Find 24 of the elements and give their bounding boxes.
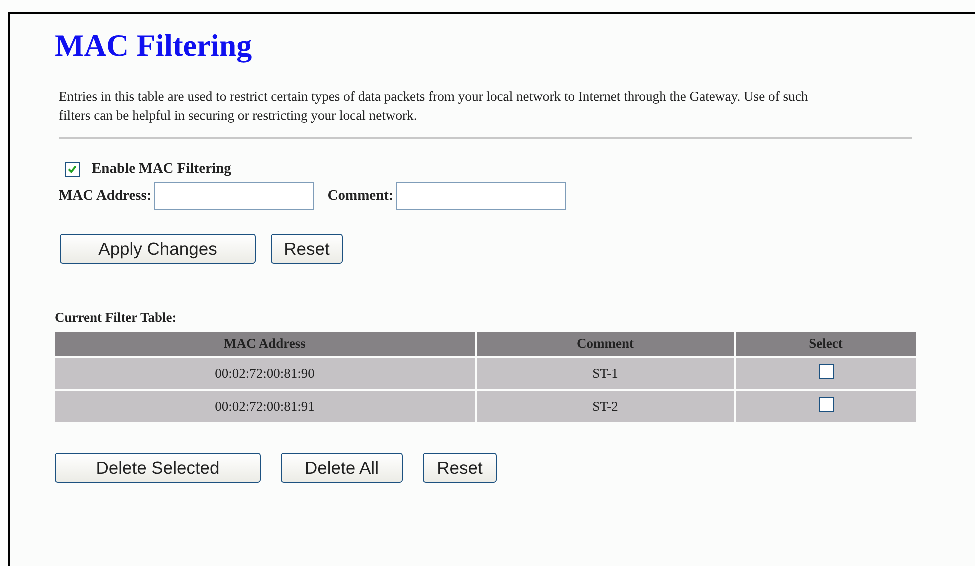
column-header: Select (736, 332, 916, 356)
select-checkbox[interactable] (818, 364, 834, 379)
table-caption: Current Filter Table: (55, 310, 177, 326)
table-cell: 00:02:72:00:81:90 (55, 358, 475, 389)
comment-field[interactable] (396, 182, 566, 210)
select-checkbox[interactable] (818, 397, 834, 412)
column-header: MAC Address (55, 332, 475, 356)
check-icon (67, 164, 78, 175)
table-cell: ST-2 (476, 391, 734, 422)
reset-button[interactable]: Reset (271, 234, 343, 264)
apply-button[interactable]: Apply Changes (60, 234, 256, 264)
description-text: Entries in this table are used to restrict certain types of data packets from your local network to Internet through the Gateway. Use of such filters can be helpful in securing or restricting your local network. (59, 88, 810, 125)
reset-button[interactable]: Reset (423, 453, 497, 483)
enable-label: Enable MAC Filtering (92, 161, 232, 178)
page-title: MAC Filtering (55, 28, 252, 64)
table-cell: 00:02:72:00:81:91 (55, 391, 475, 422)
delete-all-button[interactable]: Delete All (281, 453, 403, 483)
enable-checkbox[interactable] (65, 162, 80, 177)
delete-selected-button[interactable]: Delete Selected (55, 453, 261, 483)
table-cell: ST-1 (476, 358, 734, 389)
column-header: Comment (476, 332, 734, 356)
field-label: MAC Address: (59, 188, 152, 204)
mac-address-field[interactable] (154, 182, 314, 210)
field-label: Comment: (328, 188, 394, 204)
